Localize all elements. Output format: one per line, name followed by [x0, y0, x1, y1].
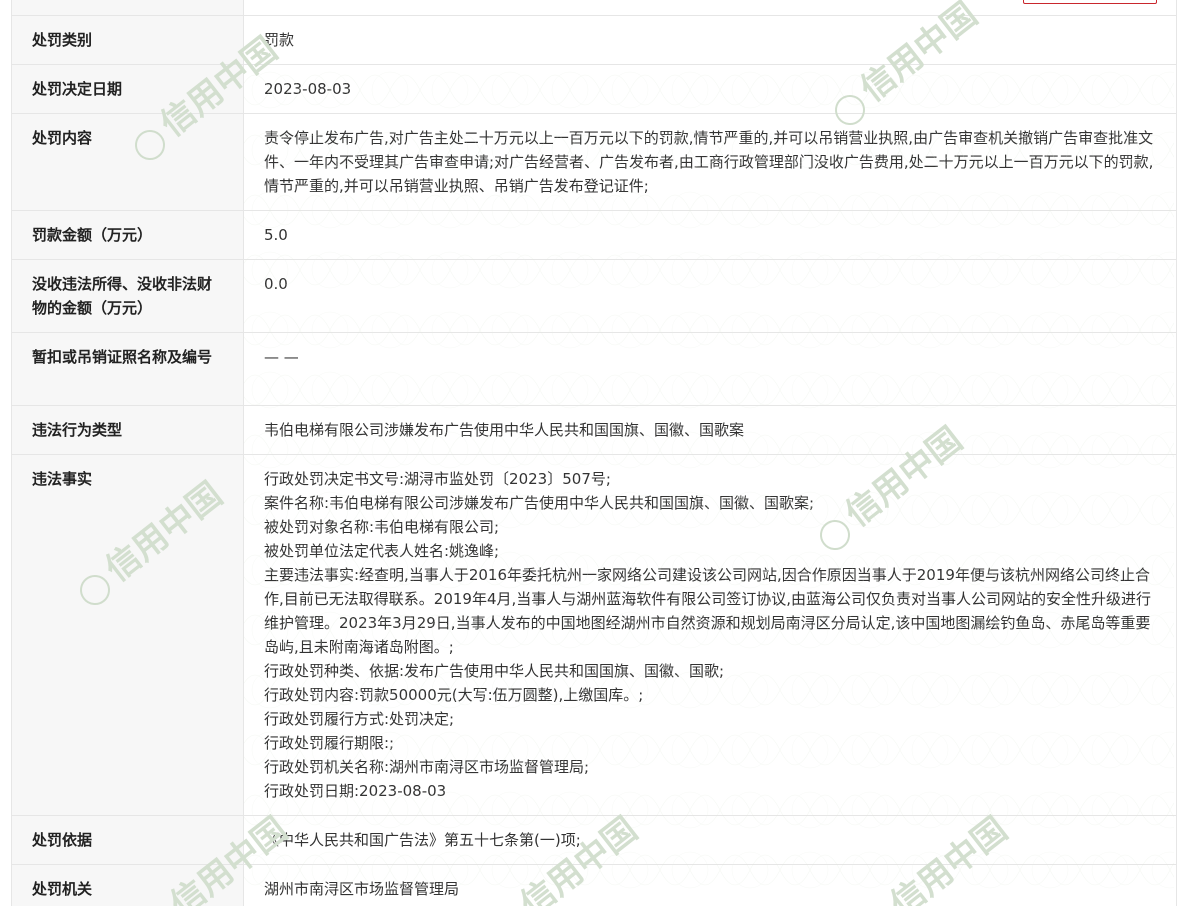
value-license-revocation: — —	[243, 332, 1177, 406]
value-penalty-authority: 湖州市南浔区市场监督管理局	[243, 864, 1177, 906]
value-violation-facts: 行政处罚决定书文号:湖浔市监处罚〔2023〕507号; 案件名称:韦伯电梯有限公…	[243, 454, 1177, 816]
table-row-penalty-content: 处罚内容 责令停止发布广告,对广告主处二十万元以上一百万元以下的罚款,情节严重的…	[11, 113, 1177, 211]
table-row-fine-amount: 罚款金额（万元） 5.0	[11, 210, 1177, 260]
top-action-button-edge[interactable]	[1023, 0, 1157, 4]
value-penalty-content: 责令停止发布广告,对广告主处二十万元以上一百万元以下的罚款,情节严重的,并可以吊…	[243, 113, 1177, 211]
label-penalty-basis: 处罚依据	[11, 815, 244, 865]
value-penalty-basis: 《中华人民共和国广告法》第五十七条第(一)项;	[243, 815, 1177, 865]
penalty-info-table: 处罚类别 罚款 处罚决定日期 2023-08-03 处罚内容 责令停止发布广告,…	[11, 0, 1177, 906]
value-decision-date: 2023-08-03	[243, 64, 1177, 114]
label-penalty-content: 处罚内容	[11, 113, 244, 211]
value-penalty-category: 罚款	[243, 15, 1177, 65]
table-row-license-revocation: 暂扣或吊销证照名称及编号 — —	[11, 332, 1177, 406]
table-row-violation-facts: 违法事实 行政处罚决定书文号:湖浔市监处罚〔2023〕507号; 案件名称:韦伯…	[11, 454, 1177, 816]
table-row-confiscation-amount: 没收违法所得、没收非法财物的金额（万元） 0.0	[11, 259, 1177, 333]
label-penalty-authority: 处罚机关	[11, 864, 244, 906]
label-confiscation-amount: 没收违法所得、没收非法财物的金额（万元）	[11, 259, 244, 333]
row-label-empty	[11, 0, 244, 16]
label-violation-facts: 违法事实	[11, 454, 244, 816]
table-row-penalty-category: 处罚类别 罚款	[11, 15, 1177, 65]
table-row-violation-type: 违法行为类型 韦伯电梯有限公司涉嫌发布广告使用中华人民共和国国旗、国徽、国歌案	[11, 405, 1177, 455]
page: 处罚类别 罚款 处罚决定日期 2023-08-03 处罚内容 责令停止发布广告,…	[0, 0, 1193, 906]
label-decision-date: 处罚决定日期	[11, 64, 244, 114]
value-confiscation-amount: 0.0	[243, 259, 1177, 333]
table-row-penalty-authority: 处罚机关 湖州市南浔区市场监督管理局	[11, 864, 1177, 906]
table-row-header-remnant	[11, 0, 1177, 16]
value-violation-type: 韦伯电梯有限公司涉嫌发布广告使用中华人民共和国国旗、国徽、国歌案	[243, 405, 1177, 455]
table-row-penalty-basis: 处罚依据 《中华人民共和国广告法》第五十七条第(一)项;	[11, 815, 1177, 865]
value-fine-amount: 5.0	[243, 210, 1177, 260]
label-penalty-category: 处罚类别	[11, 15, 244, 65]
label-fine-amount: 罚款金额（万元）	[11, 210, 244, 260]
label-violation-type: 违法行为类型	[11, 405, 244, 455]
label-license-revocation: 暂扣或吊销证照名称及编号	[11, 332, 244, 406]
table-row-decision-date: 处罚决定日期 2023-08-03	[11, 64, 1177, 114]
